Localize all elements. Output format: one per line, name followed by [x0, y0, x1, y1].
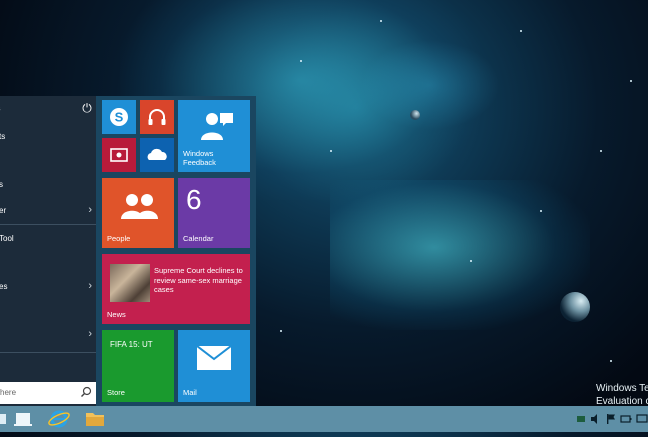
star [540, 210, 542, 212]
evaluation-watermark: Windows Tec Evaluation co [596, 382, 648, 408]
store-tile[interactable]: FIFA 15: UT Store [102, 330, 174, 402]
people-tile[interactable]: People [102, 178, 174, 248]
cloud-icon [147, 148, 167, 160]
search-icon[interactable] [79, 385, 93, 399]
calendar-day: 6 [186, 184, 202, 215]
skype-icon: S [110, 108, 128, 126]
skype-tile[interactable]: S [102, 100, 136, 134]
news-label: News [107, 310, 126, 319]
taskbar [0, 406, 648, 432]
news-photo [110, 264, 150, 302]
star [610, 360, 612, 362]
folder-icon [86, 413, 104, 426]
file-explorer-button[interactable] [80, 406, 110, 432]
tray-network-icon[interactable] [576, 413, 586, 425]
small-moon [410, 110, 420, 120]
tray-volume-icon[interactable] [590, 413, 602, 425]
star [600, 150, 602, 152]
task-view-icon [14, 413, 32, 426]
windows-feedback-label: Windows Feedback [183, 149, 216, 167]
tray-battery-icon[interactable] [620, 413, 632, 425]
mail-label: Mail [183, 388, 197, 397]
start-menu: s ⏻ ts s er › Tool es › › here [0, 96, 256, 406]
headphones-icon [148, 109, 166, 125]
left-list-item[interactable]: Tool [0, 228, 96, 250]
people-label: People [107, 234, 131, 243]
feedback-icon [201, 113, 233, 140]
calendar-tile[interactable]: 6 Calendar [178, 178, 250, 248]
star [300, 60, 302, 62]
star [380, 20, 382, 22]
divider [0, 352, 96, 353]
star [330, 150, 332, 152]
divider [0, 224, 96, 225]
nebula-glow [330, 180, 590, 330]
video-tile[interactable] [102, 138, 136, 172]
video-icon [110, 148, 128, 162]
left-list-item-label: er [0, 206, 7, 215]
store-label: Store [107, 388, 125, 397]
tray-notification-icon[interactable] [636, 413, 648, 425]
internet-explorer-icon [48, 410, 70, 428]
store-game-title: FIFA 15: UT [110, 340, 153, 349]
user-name[interactable]: s [0, 103, 1, 113]
search-placeholder: here [0, 388, 17, 397]
star [520, 30, 522, 32]
left-list-item-label: s [0, 180, 3, 189]
left-list-item[interactable]: es › [0, 276, 96, 298]
task-view-button[interactable] [8, 406, 38, 432]
news-tile[interactable]: Supreme Court declines to review same-se… [102, 254, 250, 324]
onedrive-tile[interactable] [140, 138, 174, 172]
start-menu-left-pane: s ⏻ ts s er › Tool es › › here [0, 96, 96, 406]
chevron-right-icon: › [88, 204, 92, 216]
news-headline: Supreme Court declines to review same-se… [154, 266, 243, 294]
left-list-item[interactable]: › [0, 324, 96, 346]
left-list-item[interactable]: s [0, 174, 96, 196]
nebula-glow [360, 40, 500, 130]
mail-tile[interactable]: Mail [178, 330, 250, 402]
user-header[interactable]: s ⏻ [0, 96, 96, 122]
star [630, 80, 632, 82]
mail-icon [197, 346, 231, 370]
internet-explorer-button[interactable] [44, 406, 74, 432]
chevron-right-icon: › [88, 280, 92, 292]
watermark-line-1: Windows Tec [596, 383, 648, 394]
left-list-item[interactable]: er › [0, 200, 96, 222]
svg-text:S: S [115, 110, 124, 125]
large-moon [560, 292, 590, 322]
search-box[interactable]: here [0, 382, 96, 404]
people-icon [121, 194, 158, 219]
left-list-item-label: Tool [0, 234, 14, 243]
left-list-item-label: ts [0, 132, 6, 141]
star [280, 330, 282, 332]
calendar-label: Calendar [183, 234, 214, 243]
tray-flag-icon[interactable] [606, 413, 616, 425]
star [470, 260, 472, 262]
left-list-item-label: es [0, 282, 8, 291]
music-tile[interactable] [140, 100, 174, 134]
chevron-right-icon: › [88, 328, 92, 340]
left-list-item[interactable]: ts [0, 126, 96, 148]
windows-feedback-tile[interactable]: Windows Feedback [178, 100, 250, 172]
power-icon[interactable]: ⏻ [80, 101, 94, 115]
